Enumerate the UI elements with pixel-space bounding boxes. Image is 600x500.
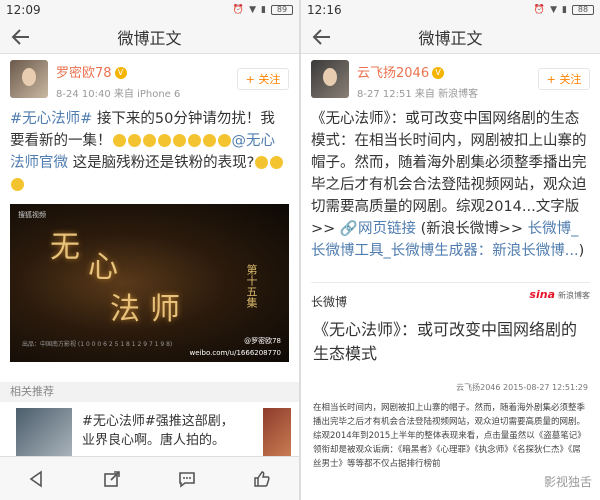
- status-bar: 12:09 ⏰ ▼ ▮ 89: [0, 0, 299, 20]
- repost-icon: [104, 470, 120, 487]
- post-source: 来自 iPhone 6: [113, 89, 181, 100]
- title-bar: 微博正文: [301, 20, 600, 54]
- page-title: 微博正文: [117, 28, 182, 48]
- image-watermark-url: weibo.com/u/1666208770: [189, 349, 281, 357]
- alarm-icon: ⏰: [533, 5, 546, 15]
- post-header: 罗密欧78 V 8-24 10:40 来自 iPhone 6 + 关注: [0, 54, 299, 102]
- status-time: 12:09: [6, 3, 41, 17]
- related-line-1: #无心法师#强推这部剧，: [82, 414, 234, 429]
- back-arrow-icon[interactable]: [10, 26, 32, 48]
- screenshot-collage: 12:09 ⏰ ▼ ▮ 89 微博正文 罗密欧78 V 8-24 10:40 来自…: [0, 0, 600, 500]
- post-text: 《无心法师》：或可改变中国网络剧的生态模式：在相当长时间内，网剧被扣上山寨的帽子…: [301, 102, 600, 262]
- title-bar: 微博正文: [0, 20, 299, 54]
- vip-badge-icon: V: [114, 66, 127, 79]
- long-weibo-byline: 云飞扬2046 2015-08-27 12:51:29: [456, 383, 588, 392]
- status-icons: ⏰ ▼ ▮ 88: [534, 5, 594, 15]
- avatar[interactable]: [311, 60, 349, 98]
- signal-icon: ▮: [562, 5, 567, 15]
- poster-title-char-4: 师: [150, 292, 182, 327]
- post-text: #无心法师# 接下来的50分钟请勿扰！我要看新的一集！ @无心法师官微 这是脑残粉…: [0, 102, 299, 196]
- poster-corner-logo: 搜狐视频: [18, 211, 46, 219]
- wifi-icon: ▼: [550, 5, 558, 15]
- repost-button[interactable]: [75, 457, 150, 500]
- post-image[interactable]: 搜狐视频 无 心 法 师 第十五集 出品：中国南方影视 (1 0 0 0 6 2…: [10, 204, 289, 362]
- thumb-up-icon: [253, 470, 270, 487]
- post-text-part2: 这是脑残粉还是铁粉的表现?: [68, 155, 255, 171]
- link-icon: 🔗: [339, 221, 358, 237]
- comment-button[interactable]: [150, 457, 225, 500]
- like-button[interactable]: [224, 457, 299, 500]
- post-time: 8-24 10:40: [56, 89, 111, 100]
- triangle-back-icon: [29, 469, 43, 488]
- image-watermark-user: @罗密欧78: [244, 337, 281, 345]
- back-arrow-icon[interactable]: [311, 26, 333, 48]
- follow-button[interactable]: + 关注: [538, 68, 590, 90]
- signal-icon: ▮: [261, 5, 266, 15]
- page-title: 微博正文: [418, 28, 483, 48]
- long-weibo-body: 在相当长时间内，网剧被扣上山寨的帽子。然而，随着海外剧集必须整季播出完毕之后才有…: [313, 403, 586, 469]
- poster-credits: 出品：中国南方影视 (1 0 0 0 6 2 5 1 8 1 2 9 7 1 9…: [22, 341, 173, 348]
- post-text-part3: ): [578, 243, 585, 259]
- battery-icon: 88: [572, 5, 594, 15]
- left-phone-screen: 12:09 ⏰ ▼ ▮ 89 微博正文 罗密欧78 V 8-24 10:40 来自…: [0, 0, 299, 500]
- wechat-watermark: 影视独舌: [543, 475, 592, 489]
- web-link[interactable]: 网页链接: [358, 221, 416, 237]
- poster-title-char-1: 无: [50, 230, 82, 265]
- post-text-part1: 《无心法师》：或可改变中国网络剧的生态模式：在相当长时间内，网剧被扣上山寨的帽子…: [311, 111, 587, 237]
- status-icons: ⏰ ▼ ▮ 89: [233, 5, 293, 15]
- follow-button[interactable]: + 关注: [237, 68, 289, 90]
- avatar[interactable]: [10, 60, 48, 98]
- username[interactable]: 罗密欧78: [56, 66, 112, 81]
- long-weibo-label: 长微博: [311, 295, 348, 309]
- poster-title-char-2: 心: [88, 250, 120, 285]
- sina-blog-logo: sina 新浪博客: [529, 288, 590, 301]
- poster-episode: 第十五集: [245, 264, 258, 308]
- alarm-icon: ⏰: [232, 5, 245, 15]
- battery-icon: 89: [271, 5, 293, 15]
- status-bar: 12:16 ⏰ ▼ ▮ 88: [301, 0, 600, 20]
- related-text: #无心法师#强推这部剧， 业界良心啊。唐人拍的。: [82, 412, 259, 450]
- right-phone-screen: 12:16 ⏰ ▼ ▮ 88 微博正文 云飞扬2046 V 8-27 12:51 …: [301, 0, 600, 500]
- post-header: 云飞扬2046 V 8-27 12:51 来自 新浪博客 + 关注: [301, 54, 600, 102]
- hashtag-link[interactable]: #无心法师#: [10, 111, 92, 127]
- poster-title-char-3: 法: [110, 292, 142, 327]
- long-weibo-header: 长微博 sina 新浪博客: [311, 282, 590, 309]
- username[interactable]: 云飞扬2046: [357, 66, 429, 81]
- post-time: 8-27 12:51: [357, 89, 412, 100]
- bottom-toolbar: [0, 456, 299, 500]
- status-time: 12:16: [307, 3, 342, 17]
- wifi-icon: ▼: [249, 5, 257, 15]
- post-text-part2: (新浪长微博>>: [415, 221, 528, 237]
- comment-icon: [179, 471, 195, 488]
- related-line-2: 业界良心啊。唐人拍的。: [82, 433, 226, 448]
- vip-badge-icon: V: [432, 66, 445, 79]
- post-source: 来自 新浪博客: [414, 89, 479, 100]
- related-header: 相关推荐: [0, 382, 299, 402]
- long-weibo-title: 《无心法师》：或可改变中国网络剧的生态模式: [313, 320, 578, 363]
- emoji-row: [112, 133, 232, 149]
- nav-back-button[interactable]: [0, 457, 75, 500]
